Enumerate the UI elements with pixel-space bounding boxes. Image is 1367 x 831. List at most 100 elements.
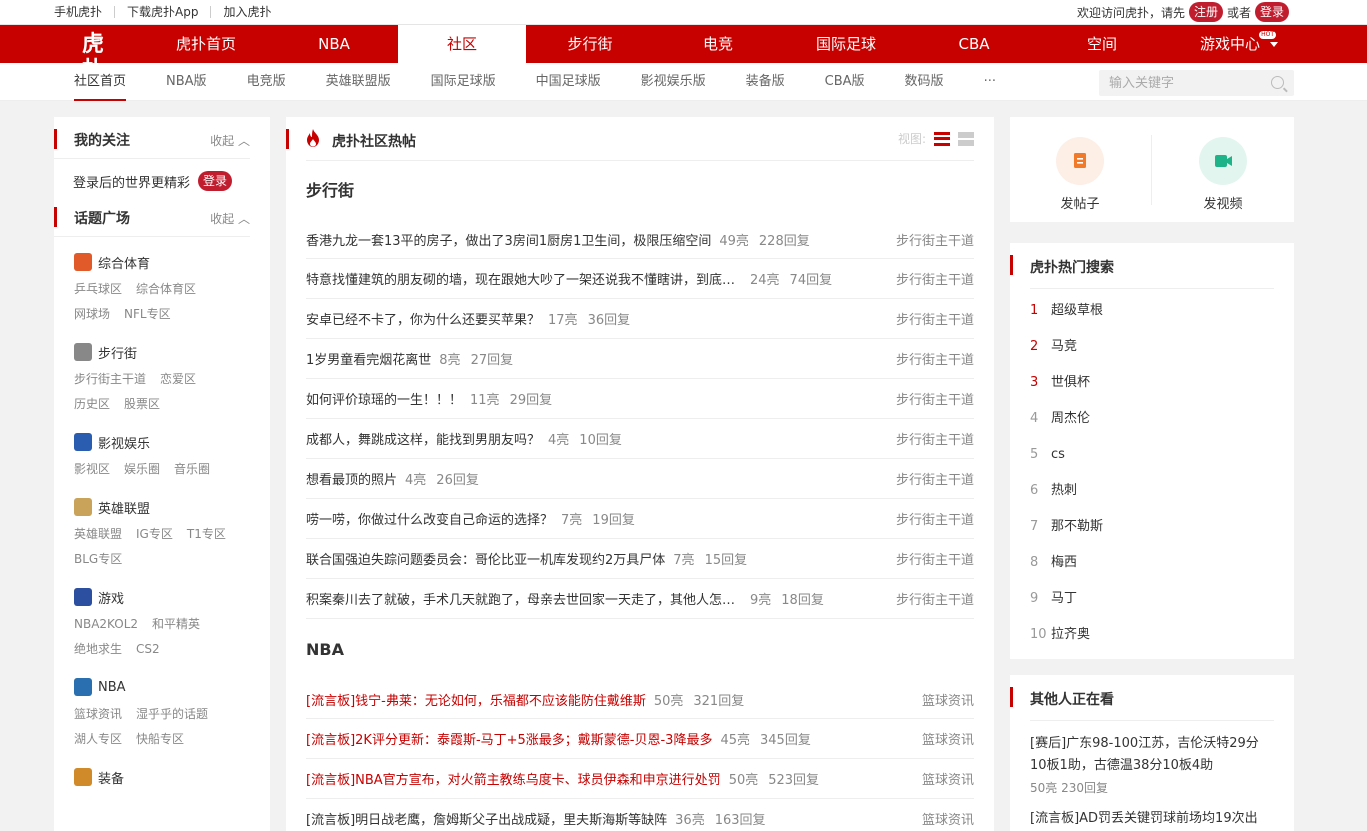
link-download-app[interactable]: 下载虎扑App — [115, 6, 212, 18]
post-source-link[interactable]: 篮球资讯 — [922, 729, 974, 748]
post-title-link[interactable]: 1岁男童看完烟花离世 — [306, 349, 431, 368]
list-view-icon[interactable] — [934, 131, 950, 146]
sub-nav-tab[interactable]: 社区首页 — [74, 63, 127, 101]
post-thread-button[interactable]: 发帖子 — [1035, 137, 1125, 212]
post-source-link[interactable]: 步行街主干道 — [896, 309, 974, 328]
post-source-link[interactable]: 步行街主干道 — [896, 589, 974, 608]
topic-sub-link[interactable]: T1专区 — [187, 522, 226, 547]
post-title-link[interactable]: [流言板]钱宁-弗莱：无论如何，乐福都不应该能防住戴维斯 — [306, 690, 646, 709]
sub-nav-tab[interactable]: NBA版 — [166, 63, 207, 101]
post-source-link[interactable]: 篮球资讯 — [922, 769, 974, 788]
search-input[interactable] — [1099, 70, 1259, 96]
board-name[interactable]: NBA — [306, 619, 974, 681]
main-nav-tab[interactable]: 电竞 — [654, 25, 782, 63]
post-title-link[interactable]: [流言板]明日战老鹰，詹姆斯父子出战成疑，里夫斯海斯等缺阵 — [306, 809, 667, 828]
hot-search-item[interactable]: 2 马竞 — [1030, 329, 1294, 365]
link-mobile-hupu[interactable]: 手机虎扑 — [54, 6, 116, 18]
hupu-logo[interactable]: 虎扑 — [82, 31, 116, 83]
post-source-link[interactable]: 篮球资讯 — [922, 690, 974, 709]
topic-sub-link[interactable]: CS2 — [136, 637, 160, 662]
sub-nav-tab[interactable]: 英雄联盟版 — [326, 63, 391, 101]
sub-nav-tab[interactable]: 数码版 — [905, 63, 944, 101]
post-source-link[interactable]: 步行街主干道 — [896, 429, 974, 448]
post-title-link[interactable]: 香港九龙一套13平的房子，做出了3房间1厨房1卫生间，极限压缩空间 — [306, 230, 711, 249]
more-boards-button[interactable]: ··· — [984, 63, 996, 101]
post-title-link[interactable]: 积案秦川去了就破，手术几天就跑了，母亲去世回家一天走了，其他人怎么看 — [306, 589, 742, 608]
watching-title[interactable]: [赛后]广东98-100江苏，吉伦沃特29分10板1助，古德温38分10板4助 — [1030, 733, 1274, 777]
topic-sub-link[interactable]: 网球场 — [74, 302, 110, 327]
sub-nav-tab[interactable]: 影视娱乐版 — [641, 63, 706, 101]
main-nav-tab[interactable]: 空间 — [1038, 25, 1166, 63]
topic-sub-link[interactable]: IG专区 — [136, 522, 173, 547]
post-title-link[interactable]: 如何评价琼瑶的一生！！！ — [306, 389, 462, 408]
main-nav-tab[interactable]: 步行街 — [526, 25, 654, 63]
post-title-link[interactable]: 想看最顶的照片 — [306, 469, 397, 488]
topic-sub-link[interactable]: BLG专区 — [74, 547, 122, 572]
main-nav-tab[interactable]: NBA — [270, 25, 398, 63]
hot-search-item[interactable]: 1 超级草根 — [1030, 293, 1294, 329]
topic-name-row[interactable]: NBA — [74, 676, 270, 698]
hot-search-item[interactable]: 10 拉齐奥 — [1030, 617, 1294, 653]
watching-item[interactable]: [赛后]广东98-100江苏，吉伦沃特29分10板1助，古德温38分10板4助 5… — [1030, 733, 1274, 796]
topic-name-row[interactable]: 影视娱乐 — [74, 431, 270, 453]
hot-search-item[interactable]: 9 马丁 — [1030, 581, 1294, 617]
topic-sub-link[interactable]: 湿乎乎的话题 — [136, 702, 208, 727]
post-title-link[interactable]: 联合国强迫失踪问题委员会：哥伦比亚一机库发现约2万具尸体 — [306, 549, 665, 568]
topic-sub-link[interactable]: 音乐圈 — [174, 457, 210, 482]
post-title-link[interactable]: 特意找懂建筑的朋友砌的墙，现在跟她大吵了一架还说我不懂瞎讲，到底谁对 — [306, 269, 742, 288]
post-source-link[interactable]: 步行街主干道 — [896, 389, 974, 408]
topic-name-row[interactable]: 英雄联盟 — [74, 496, 270, 518]
post-source-link[interactable]: 步行街主干道 — [896, 509, 974, 528]
topic-sub-link[interactable]: 英雄联盟 — [74, 522, 122, 547]
main-nav-tab[interactable]: 虎扑首页 — [142, 25, 270, 63]
topic-name-row[interactable]: 步行街 — [74, 341, 270, 363]
topic-sub-link[interactable]: 湖人专区 — [74, 727, 122, 752]
topics-collapse-toggle[interactable]: 收起 ︿ — [210, 210, 250, 227]
sub-nav-tab[interactable]: 国际足球版 — [431, 63, 496, 101]
topic-sub-link[interactable]: 股票区 — [124, 392, 160, 417]
post-title-link[interactable]: [流言板]2K评分更新：泰霞斯-马丁+5涨最多；戴斯蒙德-贝恩-3降最多 — [306, 729, 712, 748]
watching-item[interactable]: [流言板]AD罚丢关键罚球前场均19次出 — [1030, 808, 1274, 830]
main-nav-tab[interactable]: 国际足球 — [782, 25, 910, 63]
search-icon[interactable] — [1271, 76, 1284, 89]
hot-search-item[interactable]: 8 梅西 — [1030, 545, 1294, 581]
grid-view-icon[interactable] — [958, 131, 974, 146]
link-join-hupu[interactable]: 加入虎扑 — [211, 6, 283, 18]
post-title-link[interactable]: 唠一唠，你做过什么改变自己命运的选择？ — [306, 509, 553, 528]
main-nav-tab[interactable]: 游戏中心 HOT — [1166, 25, 1294, 63]
topic-sub-link[interactable]: 影视区 — [74, 457, 110, 482]
post-title-link[interactable]: [流言板]NBA官方宣布，对火箭主教练乌度卡、球员伊森和申京进行处罚 — [306, 769, 721, 788]
post-source-link[interactable]: 步行街主干道 — [896, 269, 974, 288]
hot-search-item[interactable]: 7 那不勒斯 — [1030, 509, 1294, 545]
hot-search-item[interactable]: 4 周杰伦 — [1030, 401, 1294, 437]
topic-sub-link[interactable]: 乒乓球区 — [74, 277, 122, 302]
hot-search-item[interactable]: 3 世俱杯 — [1030, 365, 1294, 401]
post-source-link[interactable]: 步行街主干道 — [896, 549, 974, 568]
topic-sub-link[interactable]: 历史区 — [74, 392, 110, 417]
sub-nav-tab[interactable]: 电竞版 — [247, 63, 286, 101]
sub-nav-tab[interactable]: 中国足球版 — [536, 63, 601, 101]
hot-search-item[interactable]: 6 热刺 — [1030, 473, 1294, 509]
post-title-link[interactable]: 成都人，舞跳成这样，能找到男朋友吗？ — [306, 429, 540, 448]
board-name[interactable]: 步行街 — [306, 161, 974, 221]
register-button[interactable]: 注册 — [1188, 2, 1223, 22]
post-source-link[interactable]: 步行街主干道 — [896, 230, 974, 249]
login-button[interactable]: 登录 — [1254, 2, 1289, 22]
hot-search-item[interactable]: 5 cs — [1030, 437, 1294, 473]
follow-collapse-toggle[interactable]: 收起 ︿ — [210, 132, 250, 149]
post-source-link[interactable]: 步行街主干道 — [896, 469, 974, 488]
topic-sub-link[interactable]: 娱乐圈 — [124, 457, 160, 482]
topic-sub-link[interactable]: NFL专区 — [124, 302, 171, 327]
topic-sub-link[interactable]: NBA2KOL2 — [74, 612, 138, 637]
topic-sub-link[interactable]: 步行街主干道 — [74, 367, 146, 392]
post-video-button[interactable]: 发视频 — [1178, 137, 1268, 212]
topic-sub-link[interactable]: 和平精英 — [152, 612, 200, 637]
topic-sub-link[interactable]: 快船专区 — [136, 727, 184, 752]
sidebar-login-button[interactable]: 登录 — [198, 171, 233, 191]
topic-sub-link[interactable]: 综合体育区 — [136, 277, 196, 302]
topic-name-row[interactable]: 装备 — [74, 766, 270, 788]
main-nav-tab[interactable]: CBA — [910, 25, 1038, 63]
post-source-link[interactable]: 步行街主干道 — [896, 349, 974, 368]
watching-title[interactable]: [流言板]AD罚丢关键罚球前场均19次出 — [1030, 808, 1274, 830]
topic-name-row[interactable]: 游戏 — [74, 586, 270, 608]
